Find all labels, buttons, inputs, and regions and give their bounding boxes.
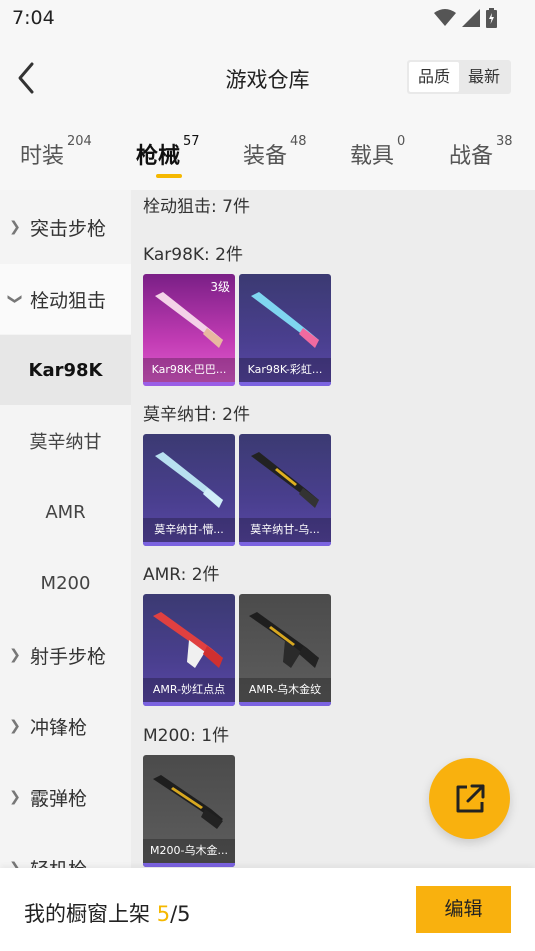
share-icon (456, 784, 484, 812)
item-name: Kar98K-彩虹... (239, 358, 331, 382)
item-card[interactable]: 3级 Kar98K-巴巴... (143, 274, 235, 386)
sidebar-item-assault-rifle[interactable]: ❯ 突击步枪 (0, 192, 131, 262)
active-tab-indicator (156, 174, 182, 178)
tab-label: 时装 (20, 144, 65, 169)
sidebar-item-label: Kar98K (28, 359, 103, 381)
section-title-kar98k: Kar98K: 2件 (143, 245, 243, 265)
item-card[interactable]: 莫辛纳甘-懵... (143, 434, 235, 546)
sidebar-subitem-mosin[interactable]: 莫辛纳甘 (0, 406, 131, 476)
rifle-icon (155, 452, 223, 508)
signal-icon (462, 9, 480, 27)
sort-quality-button[interactable]: 品质 (409, 62, 459, 92)
sidebar-item-label: 冲锋枪 (30, 716, 88, 739)
item-name: M200-乌木金... (143, 839, 235, 863)
item-name: 莫辛纳甘-懵... (143, 518, 235, 542)
tab-supplies[interactable]: 战备38 (449, 134, 513, 170)
section-title-m200: M200: 1件 (143, 726, 230, 746)
rarity-bar (143, 382, 235, 386)
sidebar-item-label: 莫辛纳甘 (29, 432, 102, 453)
item-name: AMR-乌木金纹 (239, 678, 331, 702)
chevron-right-icon: ❯ (9, 789, 21, 805)
rarity-bar (239, 382, 331, 386)
tab-count: 0 (397, 134, 406, 149)
item-name: 莫辛纳甘-乌... (239, 518, 331, 542)
showcase-footer: 我的橱窗上架 5/5 编辑 (0, 868, 535, 951)
sidebar-subitem-m200[interactable]: M200 (0, 548, 131, 618)
sidebar-item-label: M200 (40, 572, 91, 594)
showcase-total-count: /5 (170, 902, 191, 926)
tab-label: 战备 (449, 144, 494, 169)
sidebar-item-shotgun[interactable]: ❯ 霰弹枪 (0, 762, 131, 832)
rarity-bar (239, 702, 331, 706)
tab-count: 38 (496, 134, 513, 149)
sidebar-item-label: 栓动狙击 (30, 289, 107, 312)
rifle-icon (153, 612, 223, 668)
item-level: 3级 (210, 280, 230, 294)
rifle-icon (155, 292, 223, 348)
category-header: 栓动狙击: 7件 (143, 197, 250, 217)
tab-vehicles[interactable]: 载具0 (350, 134, 405, 170)
sidebar-item-label: 突击步枪 (30, 217, 107, 240)
item-name: AMR-妙红点点 (143, 678, 235, 702)
section-title-amr: AMR: 2件 (143, 565, 220, 585)
sort-newest-button[interactable]: 最新 (459, 62, 509, 92)
chevron-right-icon: ❯ (9, 647, 21, 663)
showcase-status: 我的橱窗上架 5/5 (24, 898, 191, 928)
app-header: 游戏仓库 品质 最新 (0, 36, 535, 120)
wifi-icon (434, 9, 456, 26)
sidebar-item-lmg[interactable]: ❯ 轻机枪 (0, 833, 131, 869)
showcase-label: 我的橱窗上架 (24, 902, 150, 926)
share-fab-button[interactable] (429, 758, 510, 839)
rarity-bar (143, 702, 235, 706)
chevron-down-icon: ❯ (7, 293, 23, 305)
tab-label: 枪械 (136, 144, 181, 169)
tab-count: 48 (290, 134, 307, 149)
tab-guns[interactable]: 枪械57 (136, 134, 200, 170)
sidebar-item-bolt-sniper[interactable]: ❯ 栓动狙击 (0, 264, 131, 334)
tab-fashion[interactable]: 时装204 (20, 134, 92, 170)
tab-count: 57 (183, 134, 200, 149)
item-card[interactable]: M200-乌木金... (143, 755, 235, 867)
chevron-right-icon: ❯ (9, 718, 21, 734)
battery-icon (486, 8, 497, 28)
section-title-mosin: 莫辛纳甘: 2件 (143, 405, 250, 425)
sidebar-item-label: 射手步枪 (30, 645, 107, 668)
tab-label: 载具 (350, 144, 395, 169)
sidebar-item-label: 霰弹枪 (30, 787, 88, 810)
rifle-icon (153, 775, 223, 829)
status-icons (434, 8, 497, 28)
rifle-icon (251, 452, 319, 508)
rarity-bar (143, 542, 235, 546)
item-card[interactable]: AMR-妙红点点 (143, 594, 235, 706)
sidebar-item-label: 轻机枪 (30, 855, 87, 869)
rifle-icon (251, 292, 319, 348)
edit-button[interactable]: 编辑 (416, 886, 511, 933)
sidebar-subitem-kar98k[interactable]: Kar98K (0, 335, 131, 405)
rifle-icon (249, 612, 319, 668)
tab-label: 装备 (243, 144, 288, 169)
chevron-right-icon: ❯ (9, 219, 21, 235)
tab-equipment[interactable]: 装备48 (243, 134, 307, 170)
rarity-bar (239, 542, 331, 546)
item-card[interactable]: Kar98K-彩虹... (239, 274, 331, 386)
rarity-bar (143, 863, 235, 867)
chevron-right-icon: ❯ (9, 860, 21, 868)
item-card[interactable]: AMR-乌木金纹 (239, 594, 331, 706)
sort-toggle: 品质 最新 (407, 60, 511, 94)
item-name: Kar98K-巴巴... (143, 358, 235, 382)
status-time: 7:04 (12, 7, 55, 29)
sidebar-item-marksman-rifle[interactable]: ❯ 射手步枪 (0, 620, 131, 690)
tab-count: 204 (67, 134, 92, 149)
sidebar-item-label: AMR (45, 501, 86, 523)
sidebar-subitem-amr[interactable]: AMR (0, 477, 131, 547)
showcase-current-count: 5 (156, 902, 171, 926)
sidebar-item-smg[interactable]: ❯ 冲锋枪 (0, 691, 131, 761)
sidebar: ❯ 突击步枪 ❯ 栓动狙击 Kar98K 莫辛纳甘 AMR M200 ❯ 射手步… (0, 190, 131, 868)
status-bar: 7:04 (0, 0, 535, 36)
category-tabs: 时装204 枪械57 装备48 载具0 战备38 (0, 120, 535, 190)
item-card[interactable]: 莫辛纳甘-乌... (239, 434, 331, 546)
